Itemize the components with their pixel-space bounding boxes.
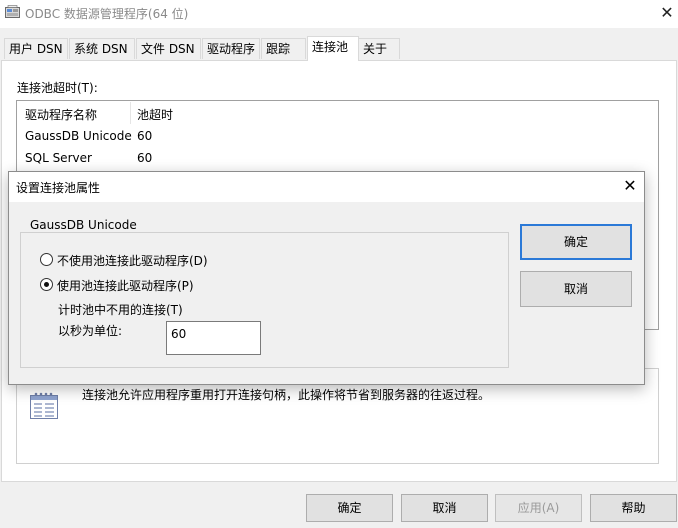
- info-table-icon: [30, 392, 58, 419]
- dialog-title-bar: [9, 172, 644, 202]
- column-header-timeout[interactable]: 池超时: [137, 106, 173, 123]
- list-item-driver[interactable]: GaussDB Unicode: [25, 129, 132, 143]
- radio-enable-pooling[interactable]: [40, 278, 53, 291]
- tab-connection-pooling[interactable]: 连接池: [307, 36, 359, 61]
- apply-button[interactable]: 应用(A): [495, 494, 582, 522]
- tab-drivers[interactable]: 驱动程序: [202, 38, 260, 59]
- tab-tracing[interactable]: 跟踪: [261, 38, 306, 59]
- list-item-timeout[interactable]: 60: [137, 151, 152, 165]
- tab-file-dsn[interactable]: 文件 DSN: [136, 38, 201, 59]
- radio-disable-label[interactable]: 不使用池连接此驱动程序(D): [57, 252, 208, 269]
- close-icon[interactable]: ✕: [620, 176, 640, 196]
- dialog-title: 设置连接池属性: [16, 181, 101, 195]
- seconds-label: 以秒为单位:: [58, 324, 123, 338]
- tab-system-dsn[interactable]: 系统 DSN: [69, 38, 135, 59]
- unused-connection-timeout-label: 计时池中不用的连接(T): [58, 303, 183, 317]
- cancel-button[interactable]: 取消: [401, 494, 488, 522]
- list-item-timeout[interactable]: 60: [137, 129, 152, 143]
- dialog-ok-button[interactable]: 确定: [520, 224, 632, 260]
- odbc-app-icon: [5, 5, 20, 18]
- list-item-driver[interactable]: SQL Server: [25, 151, 92, 165]
- close-icon[interactable]: ✕: [656, 2, 678, 24]
- window-title: ODBC 数据源管理程序(64 位): [25, 7, 189, 21]
- tab-about[interactable]: 关于: [358, 38, 400, 59]
- info-text: 连接池允许应用程序重用打开连接句柄，此操作将节省到服务器的往返过程。: [82, 388, 491, 402]
- ok-button[interactable]: 确定: [306, 494, 393, 522]
- column-header-driver[interactable]: 驱动程序名称: [25, 106, 97, 123]
- help-button[interactable]: 帮助: [590, 494, 677, 522]
- radio-enable-label[interactable]: 使用池连接此驱动程序(P): [57, 277, 194, 294]
- seconds-input[interactable]: 60: [166, 321, 261, 355]
- pool-timeout-label: 连接池超时(T):: [17, 81, 98, 95]
- tab-user-dsn[interactable]: 用户 DSN: [4, 38, 68, 59]
- group-label: GaussDB Unicode: [26, 218, 141, 232]
- radio-disable-pooling[interactable]: [40, 253, 53, 266]
- dialog-cancel-button[interactable]: 取消: [520, 271, 632, 307]
- column-divider[interactable]: [130, 102, 131, 124]
